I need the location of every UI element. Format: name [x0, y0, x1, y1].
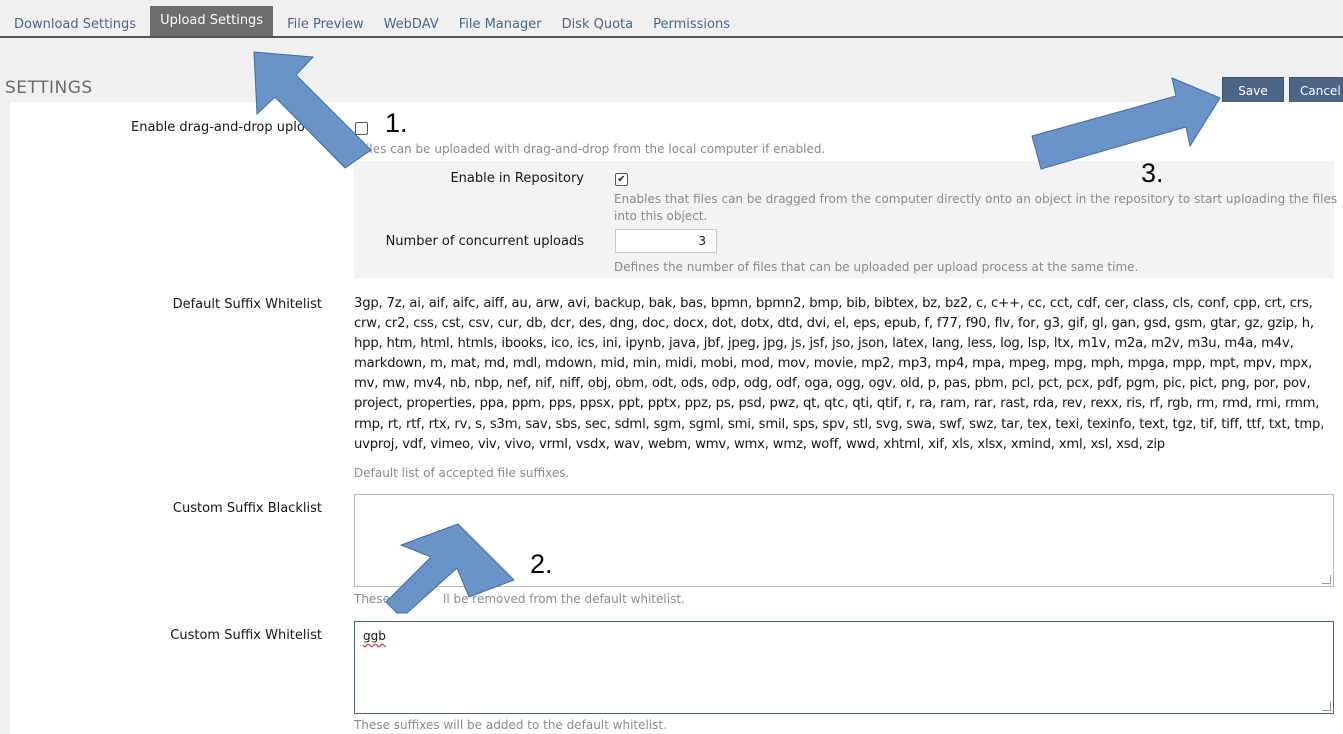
concurrent-label: Number of concurrent uploads: [385, 234, 584, 249]
resize-grip-icon[interactable]: [1322, 575, 1331, 584]
tab-permissions[interactable]: Permissions: [643, 0, 740, 36]
custom-whitelist-help: These suffixes will be added to the defa…: [354, 718, 667, 732]
resize-grip-icon[interactable]: [1322, 702, 1331, 711]
repo-checkbox[interactable]: ✔: [615, 173, 628, 186]
tab-upload-settings[interactable]: Upload Settings: [150, 6, 274, 36]
concurrent-help: Defines the number of files that can be …: [614, 260, 1139, 274]
default-whitelist-value: 3gp, 7z, ai, aif, aifc, aiff, au, arw, a…: [354, 296, 1325, 452]
annotation-step-3: 3.: [1141, 158, 1164, 188]
tab-file-preview[interactable]: File Preview: [277, 0, 374, 36]
save-button[interactable]: Save: [1222, 77, 1284, 103]
repo-label: Enable in Repository: [450, 171, 584, 186]
custom-whitelist-textarea[interactable]: ggb: [354, 621, 1334, 714]
concurrent-input[interactable]: 3: [615, 229, 717, 253]
annotation-step-2: 2.: [530, 549, 553, 579]
default-whitelist-label: Default Suffix Whitelist: [172, 297, 322, 312]
repo-help-1: Enables that files can be dragged from t…: [614, 192, 1338, 206]
side-strip: [0, 102, 10, 734]
custom-whitelist-value: ggb: [363, 629, 386, 643]
custom-blacklist-label: Custom Suffix Blacklist: [172, 501, 322, 516]
page-title: SETTINGS: [5, 78, 93, 98]
dnd-label: Enable drag-and-drop uplo: [131, 120, 305, 135]
default-whitelist-help: Default list of accepted file suffixes.: [354, 466, 570, 480]
header-bar: [0, 38, 1343, 102]
tab-bar: Download Settings Upload Settings File P…: [0, 0, 1343, 38]
custom-blacklist-help-start: These s: [354, 592, 401, 606]
tab-disk-quota[interactable]: Disk Quota: [552, 0, 644, 36]
annotation-step-1: 1.: [385, 108, 408, 138]
custom-whitelist-label: Custom Suffix Whitelist: [170, 628, 322, 643]
cancel-button[interactable]: Cancel: [1289, 77, 1343, 103]
tab-file-manager[interactable]: File Manager: [449, 0, 552, 36]
tab-label: Upload Settings: [160, 13, 264, 28]
tab-download-settings[interactable]: Download Settings: [4, 0, 146, 36]
dnd-help: Files can be uploaded with drag-and-drop…: [360, 142, 826, 156]
dnd-checkbox[interactable]: [355, 122, 368, 135]
repo-help-2: into this object.: [614, 209, 708, 223]
custom-blacklist-help-end: ll be removed from the default whitelist…: [443, 592, 685, 606]
custom-blacklist-textarea[interactable]: [354, 494, 1334, 587]
tab-webdav[interactable]: WebDAV: [374, 0, 449, 36]
